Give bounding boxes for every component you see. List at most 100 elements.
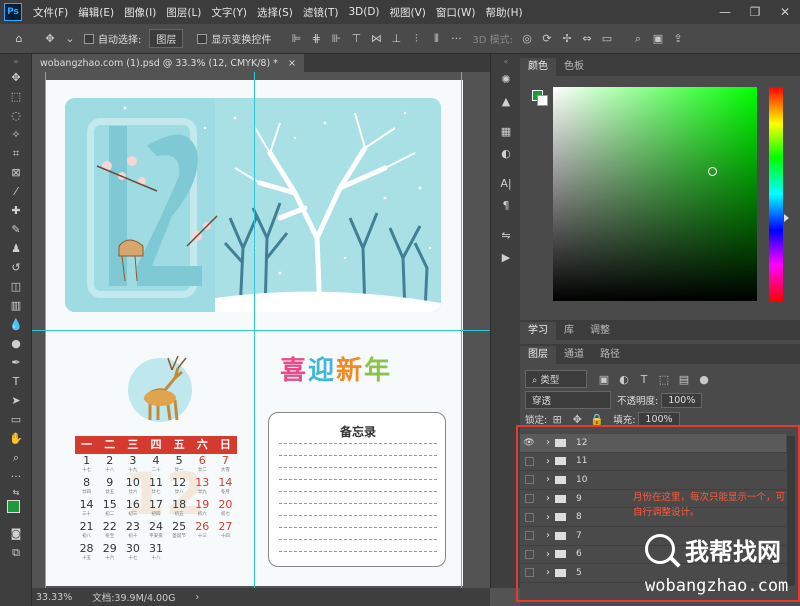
align-bottom-icon[interactable]: ⊥	[389, 32, 403, 46]
move-tool-icon[interactable]: ✥	[0, 68, 32, 87]
actions-icon[interactable]: ⇋	[491, 224, 521, 246]
history-brush-tool-icon[interactable]: ↺	[0, 258, 32, 277]
slide-3d-icon[interactable]: ⇔	[580, 32, 594, 46]
home-icon[interactable]: ⌂	[12, 32, 26, 46]
tab-layers[interactable]: 图层	[520, 346, 556, 364]
search-icon[interactable]: ⌕	[631, 32, 645, 46]
tab-libraries[interactable]: 库	[556, 322, 582, 340]
hand-tool-icon[interactable]: ✋	[0, 429, 32, 448]
marquee-tool-icon[interactable]: ⬚	[0, 87, 32, 106]
foreground-color-swatch[interactable]	[7, 500, 20, 513]
lock-pixels-icon[interactable]: ⊞	[550, 412, 564, 426]
zoom-level[interactable]: 33.33%	[36, 592, 72, 603]
menu-image[interactable]: 图像(I)	[119, 5, 161, 20]
hue-slider[interactable]	[769, 87, 783, 301]
status-arrow-icon[interactable]: ›	[196, 592, 200, 603]
tab-adjustments[interactable]: 调整	[582, 322, 618, 340]
eyedropper-tool-icon[interactable]: ⁄	[0, 182, 32, 201]
auto-select-option[interactable]: 自动选择:	[84, 31, 141, 46]
screen-mode-icon[interactable]: ⧉	[0, 543, 32, 562]
distribute-h-icon[interactable]: ⫴	[429, 32, 443, 46]
align-left-icon[interactable]: ⊫	[289, 32, 303, 46]
gradient-tool-icon[interactable]: ▥	[0, 296, 32, 315]
histogram-icon[interactable]: ▲	[491, 90, 521, 112]
more-icon[interactable]: ···	[449, 32, 463, 46]
menu-edit[interactable]: 编辑(E)	[73, 5, 119, 20]
play-icon[interactable]: ▶	[491, 246, 521, 268]
lasso-tool-icon[interactable]: ◌	[0, 106, 32, 125]
tab-paths[interactable]: 路径	[592, 346, 628, 364]
menu-type[interactable]: 文字(Y)	[206, 5, 252, 20]
color-picker-handle[interactable]	[708, 167, 717, 176]
lock-all-icon[interactable]: 🔒	[590, 412, 604, 426]
auto-select-checkbox[interactable]	[84, 33, 94, 44]
tab-color[interactable]: 颜色	[520, 58, 556, 76]
menu-window[interactable]: 窗口(W)	[431, 5, 481, 20]
roll-3d-icon[interactable]: ⟳	[540, 32, 554, 46]
swap-colors-icon[interactable]: ⇆	[0, 486, 32, 498]
video-3d-icon[interactable]: ▭	[600, 32, 614, 46]
restore-icon[interactable]: ❐	[740, 0, 770, 24]
frame-tool-icon[interactable]: ⊠	[0, 163, 32, 182]
align-right-icon[interactable]: ⊪	[329, 32, 343, 46]
filter-type-icon[interactable]: T	[637, 372, 651, 386]
adjustments-icon[interactable]: ◐	[491, 142, 521, 164]
clone-stamp-tool-icon[interactable]: ♟	[0, 239, 32, 258]
menu-help[interactable]: 帮助(H)	[481, 5, 528, 20]
blur-tool-icon[interactable]: 💧	[0, 315, 32, 334]
character-icon[interactable]: A|	[491, 172, 521, 194]
share-icon[interactable]: ⇪	[671, 32, 685, 46]
align-center-icon[interactable]: ⋕	[309, 32, 323, 46]
menu-file[interactable]: 文件(F)	[28, 5, 73, 20]
healing-brush-tool-icon[interactable]: ✚	[0, 201, 32, 220]
magic-wand-tool-icon[interactable]: ✧	[0, 125, 32, 144]
document-tab[interactable]: wobangzhao.com (1).psd @ 33.3% (12, CMYK…	[32, 54, 304, 72]
document-canvas[interactable]: 一 二 三 四 五 六 日 12 1 十七 2 十八 3 十九 4 二十 5 廿一 6 廿二 7 大雪 8 廿…	[32, 72, 490, 588]
filter-shape-icon[interactable]: ⬚	[657, 372, 671, 386]
layer-filter-dropdown[interactable]: ⌕ 类型	[525, 370, 587, 388]
properties-icon[interactable]: ▦	[491, 120, 521, 142]
tab-swatches[interactable]: 色板	[556, 58, 592, 76]
close-tab-icon[interactable]: ×	[288, 58, 296, 69]
path-selection-tool-icon[interactable]: ➤	[0, 391, 32, 410]
pan-3d-icon[interactable]: ✢	[560, 32, 574, 46]
opacity-input[interactable]: 100%	[661, 392, 703, 408]
pen-tool-icon[interactable]: ✒	[0, 353, 32, 372]
layer-select-dropdown[interactable]: 图层	[149, 29, 184, 48]
filter-pixel-icon[interactable]: ▣	[597, 372, 611, 386]
filter-adjustment-icon[interactable]: ◐	[617, 372, 631, 386]
quick-mask-icon[interactable]: ◙	[0, 524, 32, 543]
lock-position-icon[interactable]: ✥	[570, 412, 584, 426]
align-top-icon[interactable]: ⊤	[349, 32, 363, 46]
filter-toggle-icon[interactable]: ●	[697, 372, 711, 386]
type-tool-icon[interactable]: T	[0, 372, 32, 391]
align-middle-icon[interactable]: ⋈	[369, 32, 383, 46]
menu-select[interactable]: 选择(S)	[252, 5, 298, 20]
dodge-tool-icon[interactable]: ●	[0, 334, 32, 353]
filter-smart-icon[interactable]: ▤	[677, 372, 691, 386]
collapse-icon[interactable]: «	[491, 54, 521, 68]
show-transform-checkbox[interactable]	[197, 33, 208, 44]
color-field[interactable]	[553, 87, 757, 301]
show-transform-option[interactable]: 显示变换控件	[197, 31, 271, 46]
minimize-icon[interactable]: —	[710, 0, 740, 24]
background-color-swatch[interactable]	[537, 95, 548, 106]
color-panel-icon[interactable]: ✺	[491, 68, 521, 90]
crop-tool-icon[interactable]: ⌗	[0, 144, 32, 163]
tab-channels[interactable]: 通道	[556, 346, 592, 364]
color-swatches[interactable]	[0, 498, 32, 524]
collapse-icon[interactable]: »	[0, 54, 32, 68]
menu-view[interactable]: 视图(V)	[385, 5, 431, 20]
canvas-area[interactable]: 一 二 三 四 五 六 日 12 1 十七 2 十八 3 十九 4 二十 5 廿一 6 廿二 7 大雪 8 廿…	[32, 72, 490, 588]
brush-tool-icon[interactable]: ✎	[0, 220, 32, 239]
paragraph-icon[interactable]: ¶	[491, 194, 521, 216]
zoom-tool-icon[interactable]: ⌕	[0, 448, 32, 467]
more-tools-icon[interactable]: ···	[0, 467, 32, 486]
tab-learn[interactable]: 学习	[520, 322, 556, 340]
workspace-icon[interactable]: ▣	[651, 32, 665, 46]
blend-mode-dropdown[interactable]: 穿透	[525, 391, 611, 409]
close-icon[interactable]: ✕	[770, 0, 800, 24]
menu-filter[interactable]: 滤镜(T)	[298, 5, 344, 20]
eraser-tool-icon[interactable]: ◫	[0, 277, 32, 296]
distribute-icon[interactable]: ⫶	[409, 32, 423, 46]
